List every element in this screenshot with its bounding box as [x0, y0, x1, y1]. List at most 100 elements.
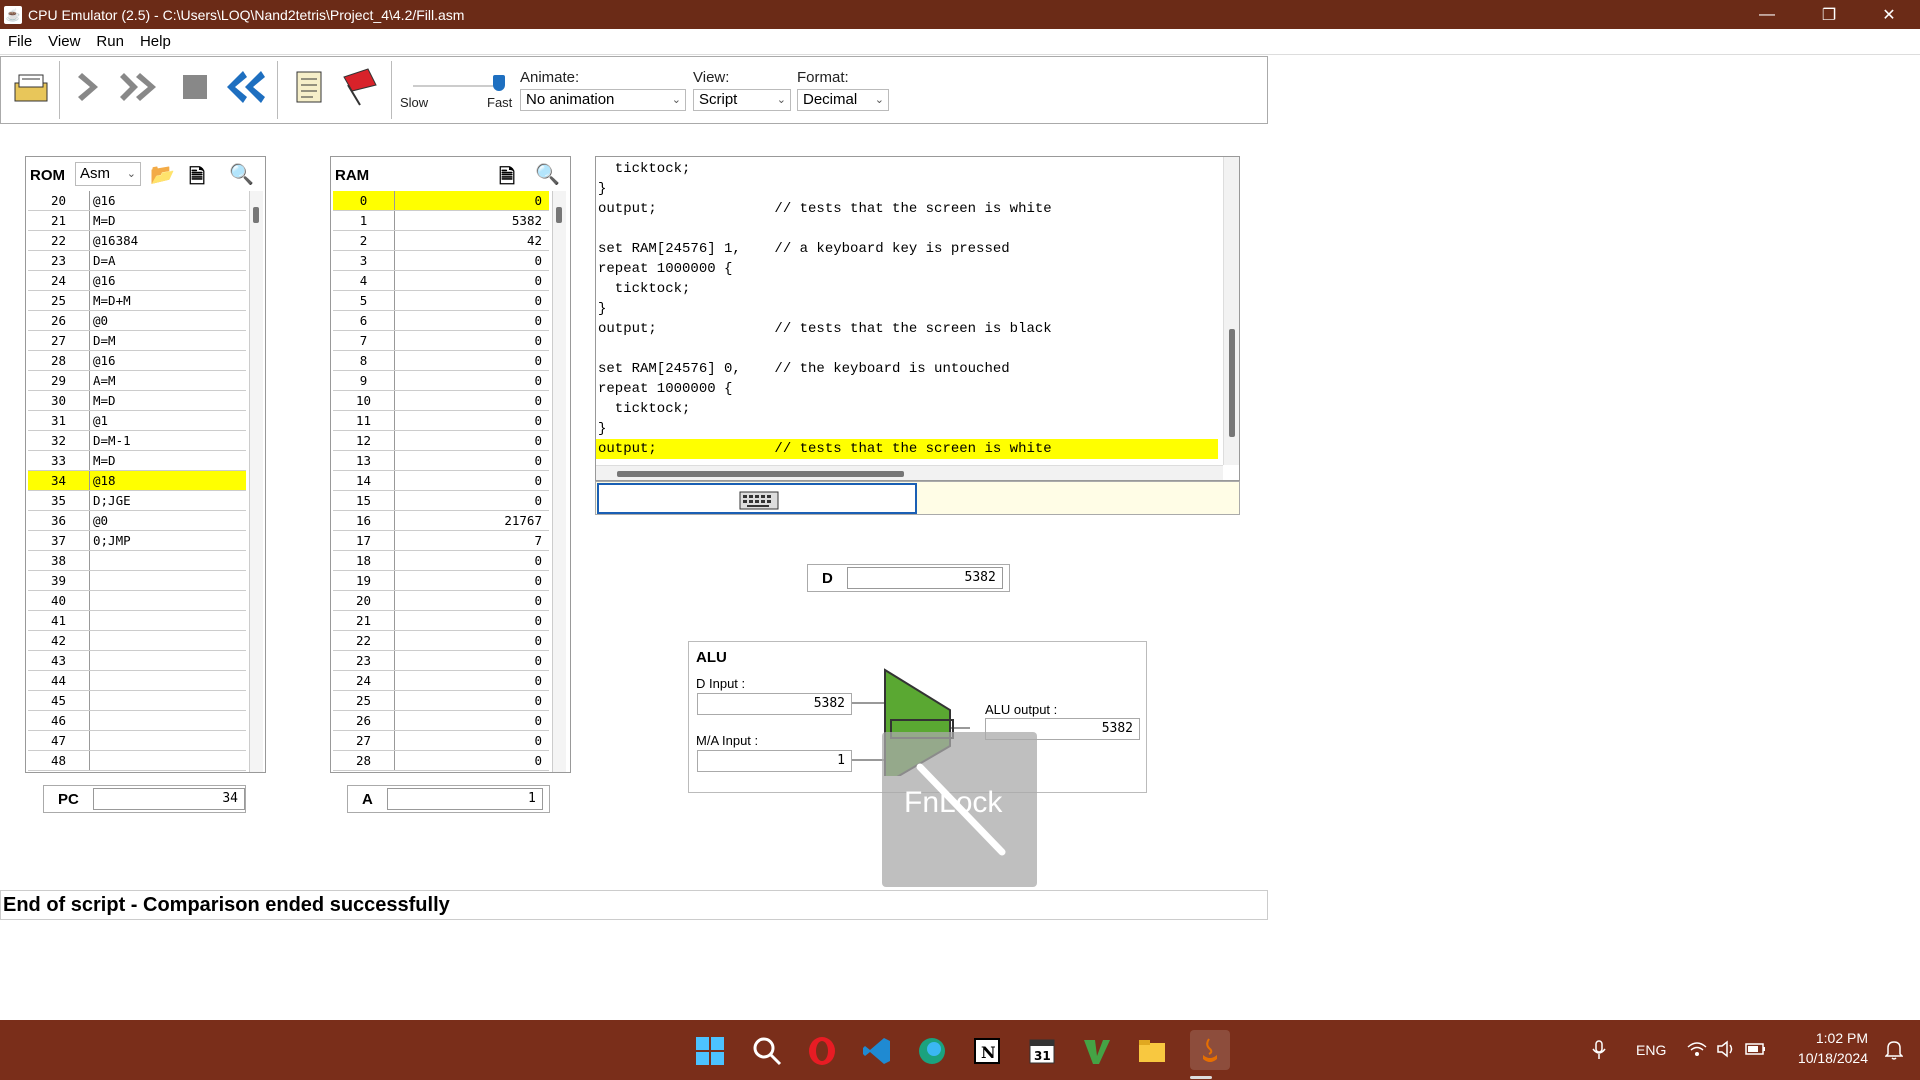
- binoculars-icon[interactable]: 🔍: [229, 162, 254, 187]
- a-value[interactable]: 1: [386, 788, 543, 810]
- rom-row[interactable]: 32 D=M-1: [28, 431, 246, 451]
- rom-row[interactable]: 40: [28, 591, 246, 611]
- rom-row[interactable]: 47: [28, 731, 246, 751]
- ram-value[interactable]: 0: [395, 271, 545, 290]
- rom-row[interactable]: 43: [28, 651, 246, 671]
- rom-row[interactable]: 44: [28, 671, 246, 691]
- rom-row[interactable]: 36 @0: [28, 511, 246, 531]
- ram-value[interactable]: 0: [395, 571, 545, 590]
- rom-scroll-thumb[interactable]: [253, 207, 259, 223]
- ram-value[interactable]: 0: [395, 611, 545, 630]
- rom-instruction[interactable]: @16: [90, 351, 116, 370]
- rom-instruction[interactable]: D=M: [90, 331, 116, 350]
- rom-row[interactable]: 31 @1: [28, 411, 246, 431]
- rom-row[interactable]: 29 A=M: [28, 371, 246, 391]
- ram-row[interactable]: 80: [333, 351, 549, 371]
- rom-instruction[interactable]: 0;JMP: [90, 531, 131, 550]
- ram-value[interactable]: 5382: [395, 211, 545, 230]
- run-button[interactable]: [119, 65, 163, 109]
- rom-instruction[interactable]: [90, 591, 93, 610]
- opera-icon[interactable]: [805, 1034, 839, 1068]
- volume-icon[interactable]: [1716, 1040, 1736, 1061]
- rom-row[interactable]: 45: [28, 691, 246, 711]
- script-vscrollbar[interactable]: [1223, 157, 1239, 465]
- ram-row[interactable]: 40: [333, 271, 549, 291]
- rom-row[interactable]: 25 M=D+M: [28, 291, 246, 311]
- script-button[interactable]: [287, 65, 331, 109]
- format-select[interactable]: Decimal ⌄: [797, 89, 889, 111]
- ram-row[interactable]: 20 0: [333, 591, 549, 611]
- rom-instruction[interactable]: M=D: [90, 211, 116, 230]
- ram-value[interactable]: 0: [395, 631, 545, 650]
- rom-row[interactable]: 48: [28, 751, 246, 771]
- ram-row[interactable]: 19 0: [333, 571, 549, 591]
- ram-value[interactable]: 21767: [395, 511, 545, 530]
- rom-instruction[interactable]: @0: [90, 511, 108, 530]
- rom-instruction[interactable]: [90, 651, 93, 670]
- ram-row[interactable]: 22 0: [333, 631, 549, 651]
- menu-view[interactable]: View: [40, 33, 88, 50]
- rom-row[interactable]: 39: [28, 571, 246, 591]
- rom-instruction[interactable]: M=D: [90, 391, 116, 410]
- ram-value[interactable]: 0: [395, 711, 545, 730]
- notion-icon[interactable]: N: [970, 1034, 1004, 1068]
- calendar-icon[interactable]: 31: [1025, 1034, 1059, 1068]
- rom-instruction[interactable]: D;JGE: [90, 491, 131, 510]
- single-step-button[interactable]: [69, 65, 113, 109]
- ram-value[interactable]: 0: [395, 311, 545, 330]
- ram-value[interactable]: 42: [395, 231, 545, 250]
- ram-value[interactable]: 0: [395, 291, 545, 310]
- rom-instruction[interactable]: M=D: [90, 451, 116, 470]
- rom-instruction[interactable]: @16384: [90, 231, 138, 250]
- rom-row[interactable]: 20 @16: [28, 191, 246, 211]
- rom-row[interactable]: 22 @16384: [28, 231, 246, 251]
- file-explorer-icon[interactable]: [1135, 1034, 1169, 1068]
- clock-time[interactable]: 1:02 PM: [1808, 1030, 1868, 1046]
- ram-row[interactable]: 2 42: [333, 231, 549, 251]
- ram-value[interactable]: 0: [395, 251, 545, 270]
- java-icon[interactable]: [1190, 1030, 1230, 1070]
- rom-row[interactable]: 26 @0: [28, 311, 246, 331]
- reset-button[interactable]: [223, 65, 267, 109]
- ram-row[interactable]: 90: [333, 371, 549, 391]
- ram-row[interactable]: 25 0: [333, 691, 549, 711]
- ram-value[interactable]: 0: [395, 431, 545, 450]
- wifi-icon[interactable]: [1687, 1040, 1707, 1061]
- rom-instruction[interactable]: @0: [90, 311, 108, 330]
- search-icon[interactable]: [750, 1034, 784, 1068]
- vscode-icon[interactable]: [860, 1034, 894, 1068]
- rom-instruction[interactable]: D=M-1: [90, 431, 131, 450]
- rom-row[interactable]: 41: [28, 611, 246, 631]
- notifications-icon[interactable]: [1884, 1040, 1904, 1063]
- rom-instruction[interactable]: @16: [90, 271, 116, 290]
- keyboard-input[interactable]: [597, 483, 917, 514]
- ram-row[interactable]: 16 21767: [333, 511, 549, 531]
- ram-value[interactable]: 0: [395, 671, 545, 690]
- rom-row[interactable]: 28 @16: [28, 351, 246, 371]
- edge-icon[interactable]: [915, 1034, 949, 1068]
- binoculars-icon[interactable]: 🔍: [535, 162, 560, 187]
- input-language[interactable]: ENG: [1636, 1042, 1666, 1058]
- clock-date[interactable]: 10/18/2024: [1788, 1050, 1868, 1066]
- close-button[interactable]: ✕: [1866, 0, 1912, 29]
- windows-start-icon[interactable]: [693, 1034, 727, 1068]
- breakpoints-button[interactable]: [337, 65, 381, 109]
- battery-icon[interactable]: [1745, 1041, 1767, 1060]
- ram-value[interactable]: 0: [395, 191, 545, 210]
- rom-row[interactable]: 30 M=D: [28, 391, 246, 411]
- rom-row[interactable]: 46: [28, 711, 246, 731]
- minimize-button[interactable]: —: [1744, 0, 1790, 29]
- ram-scroll-thumb[interactable]: [556, 207, 562, 223]
- rom-row[interactable]: 27 D=M: [28, 331, 246, 351]
- ram-value[interactable]: 0: [395, 471, 545, 490]
- rom-instruction[interactable]: @18: [90, 471, 116, 490]
- rom-instruction[interactable]: [90, 691, 93, 710]
- load-program-button[interactable]: [9, 65, 53, 109]
- ram-value[interactable]: 0: [395, 391, 545, 410]
- ram-row[interactable]: 28 0: [333, 751, 549, 771]
- rom-row[interactable]: 37 0;JMP: [28, 531, 246, 551]
- rom-instruction[interactable]: @1: [90, 411, 108, 430]
- d-value[interactable]: 5382: [846, 567, 1003, 589]
- rom-instruction[interactable]: [90, 751, 93, 770]
- ram-value[interactable]: 0: [395, 491, 545, 510]
